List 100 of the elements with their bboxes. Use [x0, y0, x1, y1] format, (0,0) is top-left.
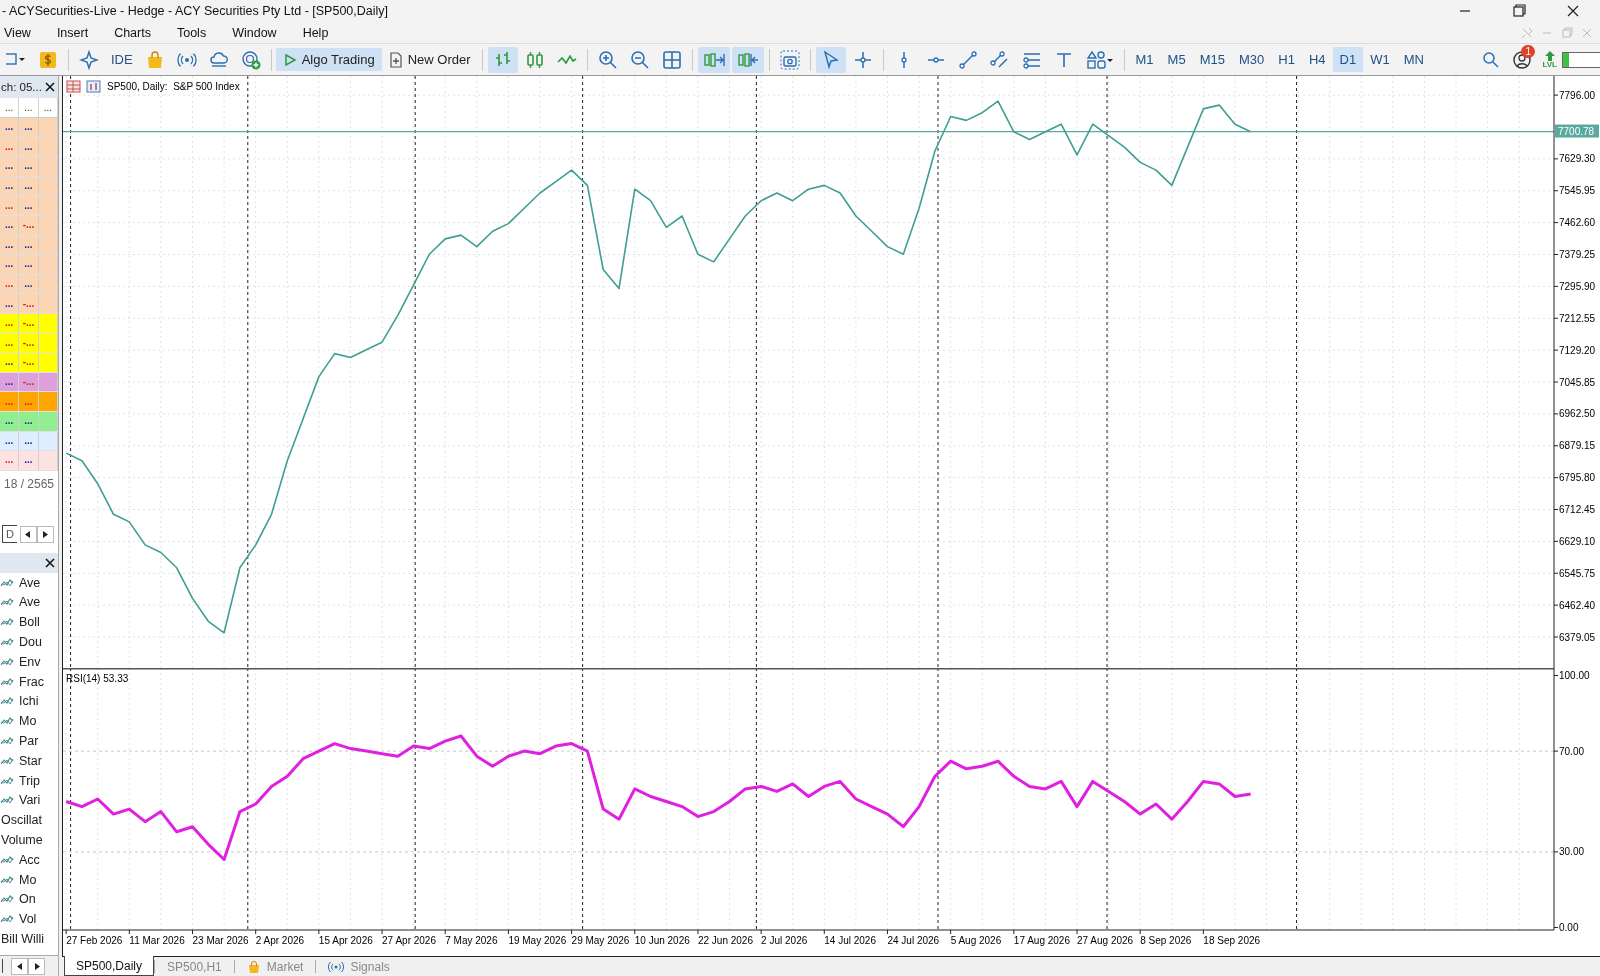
navigator-item[interactable]: On — [19, 892, 36, 907]
indicator-icon — [0, 676, 14, 687]
table-row[interactable]: ... ... — [0, 157, 58, 177]
panel-title: ch: 05... — [1, 81, 42, 93]
timeframe-button[interactable]: M1 — [1128, 47, 1161, 72]
date-label: 24 Jul 2026 — [886, 929, 940, 946]
table-row[interactable]: ... -... — [0, 333, 58, 354]
axis-label: 70.00 — [1553, 745, 1585, 757]
navigator-folder[interactable]: Volume — [1, 832, 43, 847]
chart-shift-icon[interactable] — [731, 46, 764, 73]
table-cell: ... — [19, 392, 39, 411]
ide-button[interactable]: IDE — [105, 48, 139, 71]
column-header[interactable]: ... — [19, 98, 39, 117]
navigator-item[interactable]: Dou — [19, 634, 42, 649]
axis-label: 7129.20 — [1553, 344, 1596, 356]
timeframe-button[interactable]: MN — [1396, 47, 1431, 72]
timeframe-button[interactable]: H4 — [1301, 47, 1333, 72]
table-cell: -... — [19, 294, 39, 313]
algo-trading-button[interactable]: Algo Trading — [275, 48, 382, 71]
table-row[interactable]: ... ... — [0, 431, 58, 452]
timeframe-button[interactable]: M5 — [1160, 47, 1193, 72]
chart-tab[interactable]: SP500,Daily — [64, 956, 155, 976]
table-row[interactable]: ... ... — [0, 255, 58, 275]
bar-chart-icon[interactable] — [487, 46, 518, 73]
axis-label: 30.00 — [1553, 846, 1585, 858]
table-row[interactable]: ... ... — [0, 196, 58, 216]
table-row[interactable]: ... ... — [0, 118, 58, 138]
timeframe-button[interactable]: W1 — [1363, 47, 1397, 72]
date-label: 10 Jun 2026 — [634, 929, 690, 946]
menu-item[interactable]: Help — [298, 25, 343, 40]
navigator-item[interactable]: Trip — [19, 773, 41, 788]
indicator-icon — [0, 914, 14, 925]
timeframe-button[interactable]: M30 — [1231, 47, 1272, 72]
navigator-item[interactable]: Par — [19, 733, 39, 748]
date-label: 27 Feb 2026 — [65, 929, 123, 946]
menu-item[interactable]: Window — [228, 25, 291, 40]
symbol-count: 18 / 2565 — [2, 475, 55, 493]
scroll-left-button[interactable] — [11, 957, 28, 975]
table-row[interactable]: ... -... — [0, 372, 58, 393]
table-row[interactable]: ... -... — [0, 313, 58, 334]
new-order-button[interactable]: New Order — [381, 47, 478, 72]
navigator-item[interactable]: Mo — [19, 872, 37, 887]
table-cell: ... — [19, 235, 39, 255]
table-cell: ... — [0, 176, 20, 196]
axis-label: 6379.05 — [1553, 631, 1596, 643]
cursor-icon[interactable] — [815, 46, 846, 73]
date-label: 14 Jul 2026 — [823, 929, 876, 946]
price-tag: 7700.78 — [1555, 124, 1599, 138]
timeframe-button[interactable]: D1 — [1332, 47, 1364, 72]
navigator-item[interactable]: Ichi — [19, 694, 39, 709]
menu-item[interactable]: View — [0, 25, 45, 40]
table-row[interactable]: ... ... — [0, 274, 58, 295]
table-cell: ... — [0, 372, 20, 392]
navigator-item[interactable]: Mo — [19, 714, 37, 729]
indicator-icon — [0, 854, 14, 865]
window-title: - ACYSecurities-Live - Hedge - ACY Securities Pty Ltd - [SP500,Daily] — [2, 4, 389, 18]
close-icon[interactable] — [45, 557, 55, 568]
column-header[interactable]: ... — [0, 98, 20, 117]
right-arrow-icon — [33, 962, 40, 970]
timeframe-button[interactable]: M15 — [1192, 47, 1232, 72]
date-label: 27 Apr 2026 — [381, 929, 436, 946]
panel-tab[interactable]: D — [2, 525, 17, 544]
date-label: 27 Aug 2026 — [1076, 929, 1134, 946]
navigator-item[interactable]: Env — [19, 654, 41, 669]
navigator-item[interactable]: Vari — [19, 793, 41, 808]
table-row[interactable]: ... ... — [0, 176, 58, 197]
menu-item[interactable]: Charts — [110, 25, 165, 40]
navigator-item[interactable]: Frac — [19, 674, 44, 689]
table-row[interactable]: ... ... — [0, 451, 58, 471]
table-row[interactable]: ... ... — [0, 137, 58, 158]
axis-label: 0.00 — [1553, 922, 1579, 933]
table-row[interactable]: ... -... — [0, 294, 58, 314]
table-cell: -... — [19, 313, 39, 333]
table-row[interactable]: ... -... — [0, 215, 58, 236]
navigator-folder[interactable]: Bill Willi — [1, 931, 45, 946]
auto-scroll-icon[interactable] — [697, 46, 730, 73]
indicator-icon — [0, 696, 14, 707]
table-cell: -... — [19, 333, 39, 353]
table-row[interactable]: ... ... — [0, 411, 58, 432]
axis-label: 6629.10 — [1553, 535, 1596, 547]
axis-label: 6545.75 — [1553, 567, 1596, 579]
table-row[interactable]: ... ... — [0, 235, 58, 256]
navigator-item[interactable]: Ave — [19, 595, 41, 610]
menu-item[interactable]: Insert — [52, 25, 103, 40]
table-row[interactable]: ... -... — [0, 353, 58, 373]
navigator-folder[interactable]: Oscillat — [1, 813, 42, 828]
menu-item[interactable]: Tools — [172, 25, 221, 40]
navigator-item[interactable]: Acc — [19, 852, 40, 867]
close-icon[interactable] — [45, 82, 55, 92]
new-document-icon — [388, 51, 403, 68]
navigator-item[interactable]: Vol — [19, 912, 37, 927]
ref-line-label: 7700.78 — [1558, 126, 1595, 138]
date-label: 11 Mar 2026 — [128, 929, 185, 946]
scroll-left-button[interactable] — [19, 525, 37, 543]
navigator-item[interactable]: Ave — [19, 575, 41, 590]
navigator-item[interactable]: Star — [19, 753, 42, 768]
timeframe-button[interactable]: H1 — [1271, 47, 1302, 72]
column-header[interactable]: ... — [38, 98, 58, 117]
navigator-item[interactable]: Boll — [19, 615, 40, 630]
scroll-right-button[interactable] — [28, 957, 45, 975]
